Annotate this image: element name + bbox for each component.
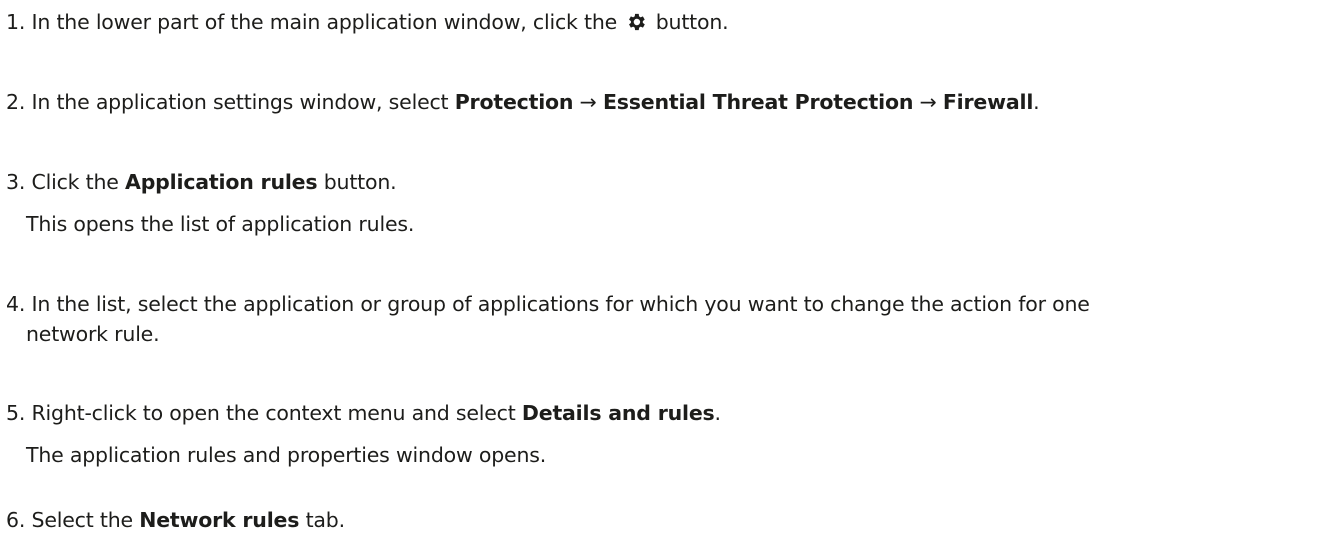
step-text: button. [323,170,397,194]
ui-term: Essential Threat Protection [602,90,914,114]
step-4-continuation: network rule. [26,322,160,346]
step-text: tab. [305,508,346,532]
step-3: 3. Click the Application rules button. [6,166,397,198]
ui-term: Application rules [125,170,318,194]
step-1: 1. In the lower part of the main applica… [6,6,729,38]
step-text: In the lower part of the main applicatio… [31,10,618,34]
step-text: In the application settings window, sele… [31,90,449,114]
step-5: 5. Right-click to open the context menu … [6,397,721,429]
step-number: 5. [6,401,26,425]
step-3-note: This opens the list of application rules… [26,212,415,236]
step-number: 1. [6,10,26,34]
step-number: 6. [6,508,26,532]
punctuation: . [714,401,722,425]
step-text: Select the [31,508,134,532]
ui-term: Network rules [139,508,300,532]
step-4: 4. In the list, select the application o… [6,288,1090,320]
step-2: 2. In the application settings window, s… [6,86,1040,118]
step-number: 2. [6,90,26,114]
step-number: 3. [6,170,26,194]
arrow: → [919,90,937,114]
instruction-steps: 1. In the lower part of the main applica… [0,0,1326,541]
step-5-note: The application rules and properties win… [26,443,547,467]
gear-icon [625,10,647,32]
ui-term: Details and rules [521,401,715,425]
step-text: button. [655,10,729,34]
punctuation: . [1033,90,1040,114]
step-text: Click the [31,170,119,194]
ui-term: Firewall [942,90,1034,114]
arrow: → [579,90,597,114]
step-6: 6. Select the Network rules tab. [6,504,345,536]
ui-term: Protection [454,90,574,114]
step-text: In the list, select the application or g… [31,292,1090,316]
step-number: 4. [6,292,26,316]
step-text: Right-click to open the context menu and… [31,401,516,425]
